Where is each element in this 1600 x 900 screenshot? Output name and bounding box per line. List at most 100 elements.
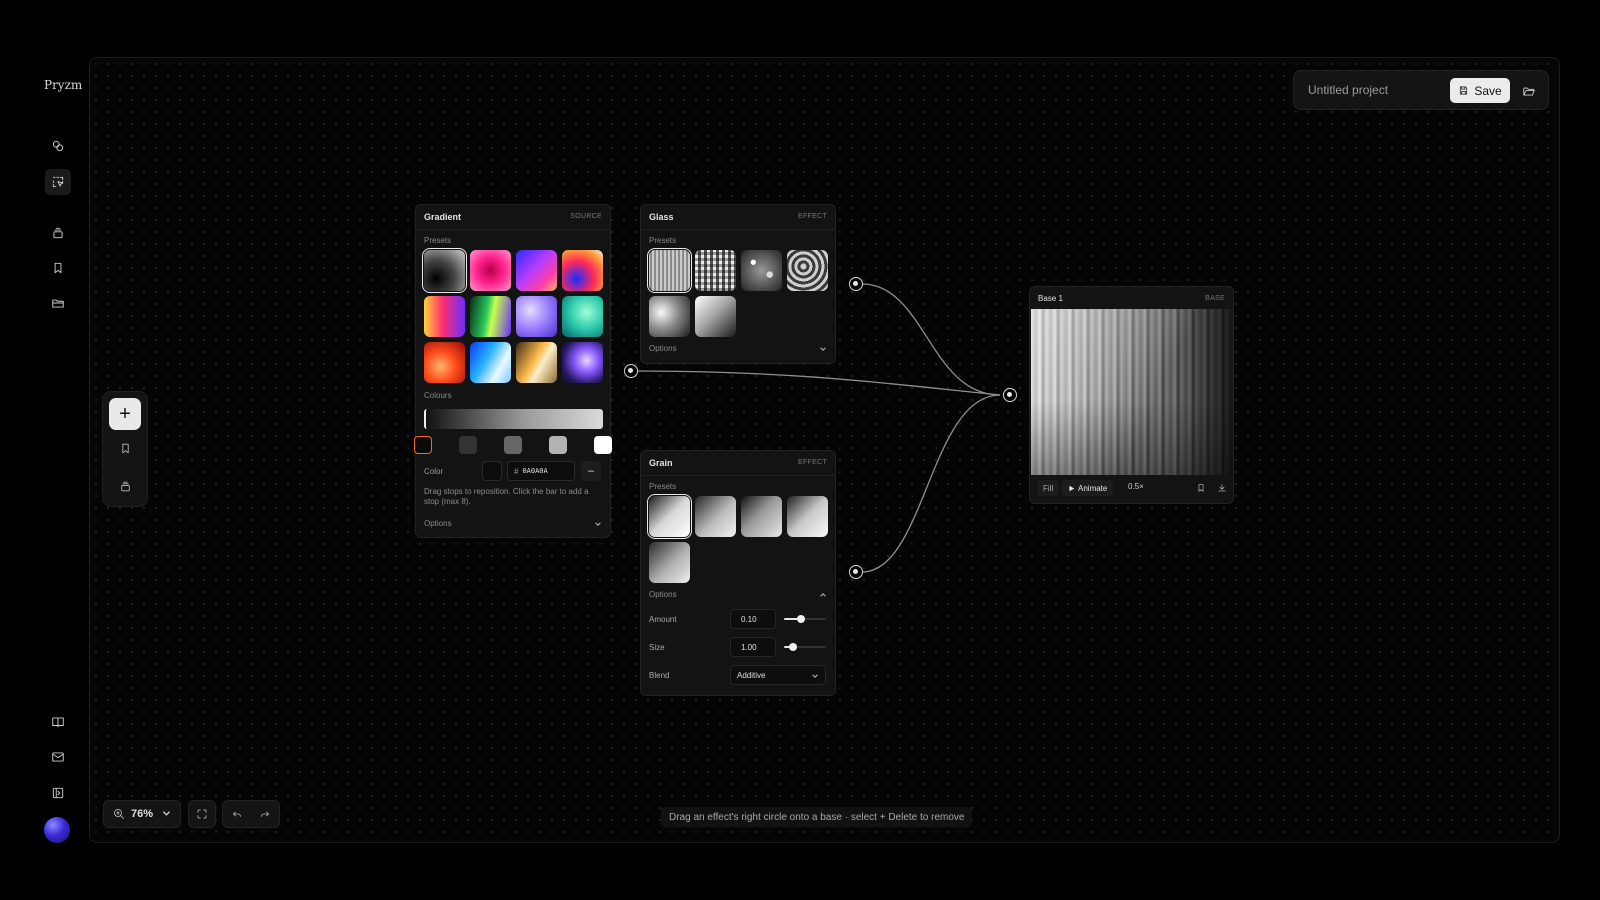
- node-type: BASE: [1205, 295, 1225, 302]
- color-chip[interactable]: [482, 461, 502, 481]
- amount-input[interactable]: 0.10: [730, 609, 776, 629]
- gradient-preset-swatch[interactable]: [562, 296, 603, 337]
- history-controls: [222, 800, 280, 828]
- gradient-preset-swatch[interactable]: [516, 250, 557, 291]
- save-label: Save: [1474, 83, 1502, 98]
- colour-stop[interactable]: [414, 436, 432, 454]
- gradient-preset-swatch[interactable]: [562, 342, 603, 383]
- slider-knob[interactable]: [796, 615, 805, 623]
- gradient-preset-swatch[interactable]: [470, 250, 511, 291]
- colour-stop[interactable]: [504, 436, 522, 454]
- size-slider[interactable]: [784, 643, 826, 651]
- save-icon: [1460, 86, 1468, 95]
- folder-open-icon: [1523, 87, 1535, 96]
- gradient-preset-swatch[interactable]: [422, 248, 467, 293]
- add-node-button[interactable]: +: [109, 398, 141, 430]
- colours-label: Colours: [424, 391, 452, 400]
- options-toggle[interactable]: Options: [649, 590, 827, 604]
- slider-knob[interactable]: [789, 643, 798, 651]
- glass-preset-swatch[interactable]: [647, 248, 692, 293]
- gradient-preset-swatch[interactable]: [516, 296, 557, 337]
- wire-gradient-base: [637, 370, 1001, 396]
- grain-preset-swatch[interactable]: [649, 542, 690, 583]
- zoom-icon: [113, 808, 126, 821]
- bookmark-icon[interactable]: [1194, 481, 1208, 495]
- gradient-preset-swatch[interactable]: [516, 342, 557, 383]
- base-input-port[interactable]: [1003, 388, 1017, 402]
- hex-value: 0A0A0A: [522, 467, 548, 475]
- options-toggle[interactable]: Options: [424, 519, 602, 533]
- chevron-down-icon: [162, 809, 174, 821]
- colour-stop[interactable]: [594, 436, 612, 454]
- help-text: Drag stops to reposition. Click the bar …: [424, 487, 589, 506]
- grain-preset-swatch[interactable]: [787, 496, 828, 537]
- node-title: Glass: [649, 212, 674, 222]
- size-input[interactable]: 1.00: [730, 637, 776, 657]
- color-label: Color: [424, 467, 444, 476]
- amount-slider[interactable]: [784, 615, 826, 623]
- glass-preset-swatch[interactable]: [695, 296, 736, 337]
- colour-stop[interactable]: [549, 436, 567, 454]
- grain-preset-swatch[interactable]: [695, 496, 736, 537]
- animate-label: Animate: [1078, 483, 1108, 493]
- gradient-preset-swatch[interactable]: [424, 342, 465, 383]
- layers-icon[interactable]: [117, 478, 133, 494]
- grain-output-port[interactable]: [849, 565, 863, 579]
- presets-label: Presets: [424, 236, 452, 245]
- play-icon: [1069, 485, 1075, 491]
- chevron-down-icon: [594, 520, 602, 528]
- glass-preset-swatch[interactable]: [695, 250, 736, 291]
- remove-stop-button[interactable]: –: [581, 461, 601, 481]
- project-bar: Untitled project Save: [1293, 70, 1549, 110]
- colour-stop[interactable]: [459, 436, 477, 454]
- open-folder-button[interactable]: [1520, 82, 1538, 100]
- grain-preset-swatch[interactable]: [741, 496, 782, 537]
- gradient-colour-bar[interactable]: [424, 409, 603, 429]
- speed-value[interactable]: 0.5×: [1128, 482, 1144, 491]
- size-label: Size: [649, 643, 665, 652]
- node-title: Gradient: [424, 212, 462, 222]
- options-toggle[interactable]: Options: [649, 344, 827, 358]
- amount-label: Amount: [649, 615, 677, 624]
- project-name[interactable]: Untitled project: [1308, 83, 1388, 97]
- gradient-preset-swatch[interactable]: [562, 250, 603, 291]
- grain-preset-swatch[interactable]: [647, 494, 692, 539]
- node-title: Base 1: [1038, 294, 1063, 303]
- base-preview-image[interactable]: [1031, 309, 1233, 475]
- undo-icon[interactable]: [231, 808, 243, 820]
- gradient-preset-swatch[interactable]: [424, 296, 465, 337]
- fit-view-button[interactable]: [188, 800, 216, 828]
- blend-select[interactable]: Additive: [730, 665, 826, 685]
- grain-node[interactable]: Grain EFFECT Presets Options Amount 0.10…: [640, 450, 836, 696]
- glass-preset-swatch[interactable]: [741, 250, 782, 291]
- node-title: Grain: [649, 458, 673, 468]
- gradient-preset-swatch[interactable]: [470, 296, 511, 337]
- fill-button[interactable]: Fill: [1038, 480, 1059, 496]
- zoom-value: 76%: [131, 808, 154, 820]
- chevron-down-icon: [819, 345, 827, 353]
- base-node[interactable]: Base 1 BASE Fill Animate 0.5×: [1029, 286, 1234, 504]
- glass-output-port[interactable]: [849, 277, 863, 291]
- presets-label: Presets: [649, 236, 677, 245]
- hex-input[interactable]: # 0A0A0A: [507, 461, 575, 481]
- glass-preset-swatch[interactable]: [649, 296, 690, 337]
- gradient-node[interactable]: Gradient SOURCE Presets Colours Color # …: [414, 204, 612, 538]
- wire-glass-base: [861, 283, 1001, 396]
- gradient-preset-swatch[interactable]: [470, 342, 511, 383]
- chevron-down-icon: [811, 672, 819, 680]
- glass-preset-swatch[interactable]: [787, 250, 828, 291]
- presets-label: Presets: [649, 482, 677, 491]
- save-button[interactable]: Save: [1450, 78, 1510, 103]
- blend-value: Additive: [737, 670, 766, 680]
- canvas-hint: Drag an effect's right circle onto a bas…: [661, 807, 973, 827]
- gradient-output-port[interactable]: [624, 364, 638, 378]
- download-icon[interactable]: [1215, 481, 1229, 495]
- node-type: SOURCE: [570, 213, 602, 220]
- bookmark-icon[interactable]: [117, 440, 133, 456]
- zoom-control[interactable]: 76%: [103, 800, 181, 828]
- redo-icon[interactable]: [259, 808, 271, 820]
- options-label: Options: [649, 590, 677, 599]
- wire-grain-base: [861, 394, 1001, 573]
- animate-button[interactable]: Animate: [1062, 480, 1114, 496]
- glass-node[interactable]: Glass EFFECT Presets Options: [640, 204, 836, 364]
